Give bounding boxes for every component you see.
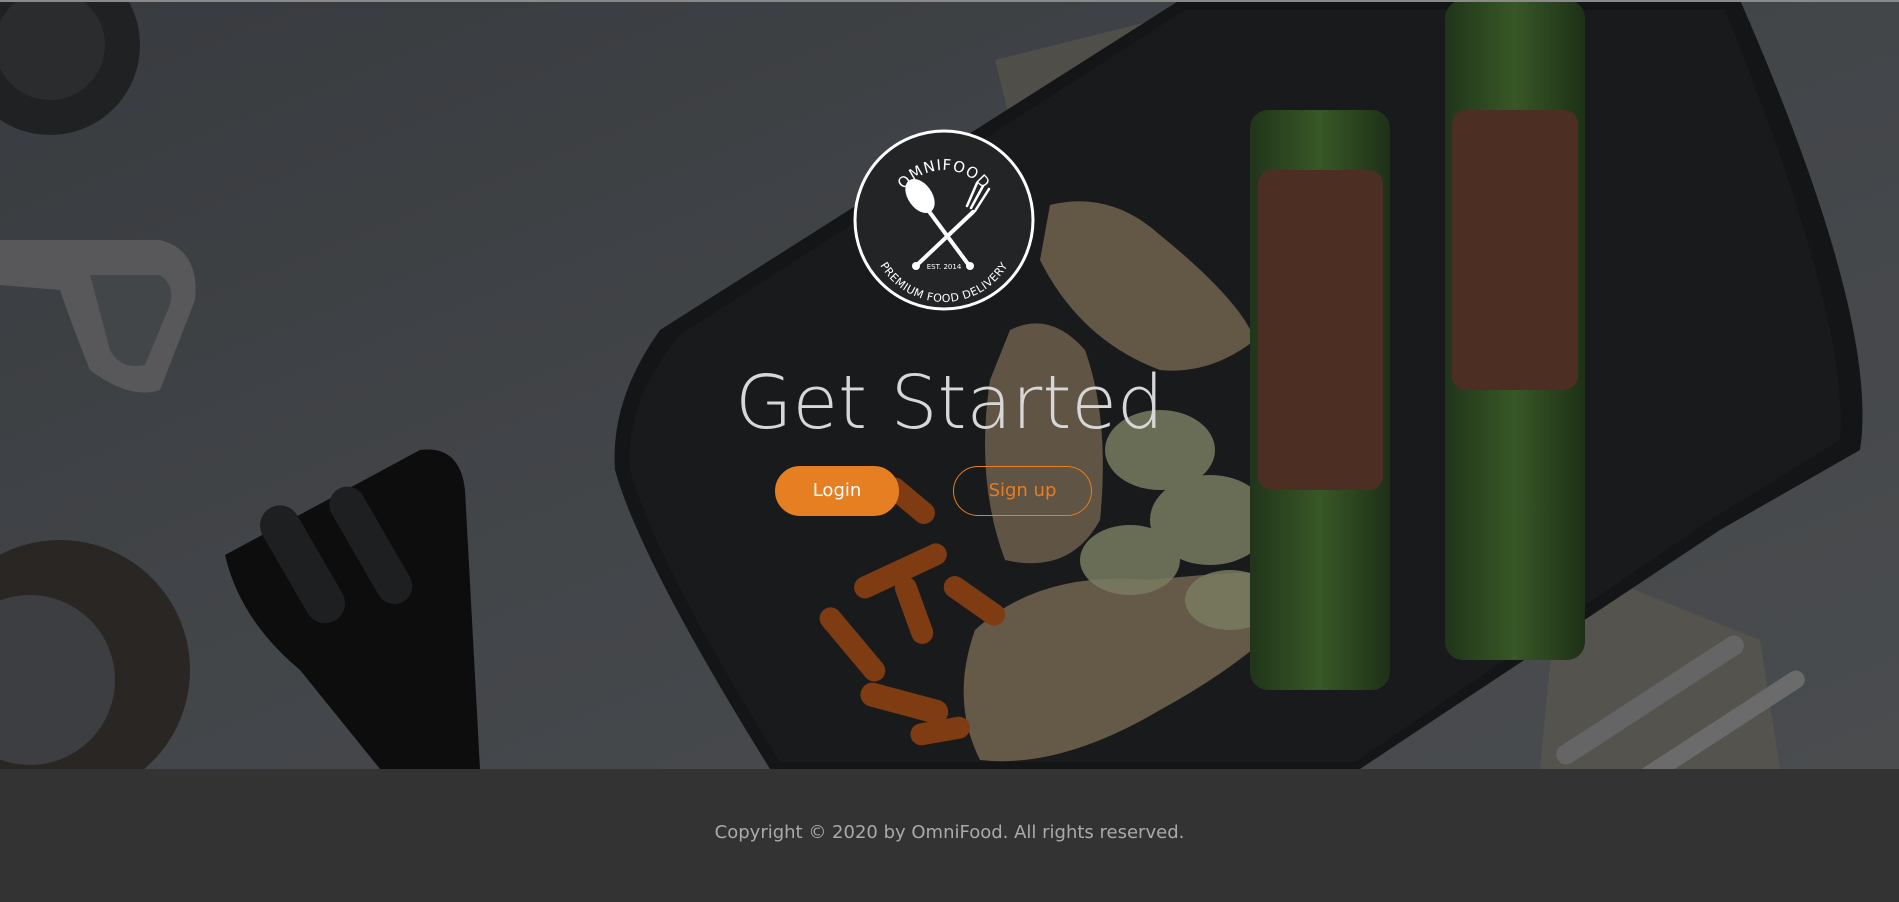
omnifood-logo: OMNIFOOD PREMIUM FOOD DELIVERY EST. 2014 (853, 129, 1035, 311)
copyright-text: Copyright © 2020 by OmniFood. All rights… (714, 822, 1185, 843)
signup-button[interactable]: Sign up (953, 466, 1092, 516)
cta-buttons: Login Sign up (0, 466, 1899, 520)
footer: Copyright © 2020 by OmniFood. All rights… (0, 769, 1899, 902)
hero-section: OMNIFOOD PREMIUM FOOD DELIVERY EST. 2014… (0, 0, 1899, 769)
page-title: Get Started (735, 360, 1164, 446)
top-border (0, 0, 1899, 2)
login-button[interactable]: Login (775, 466, 899, 516)
logo-est-text: EST. 2014 (927, 263, 962, 271)
